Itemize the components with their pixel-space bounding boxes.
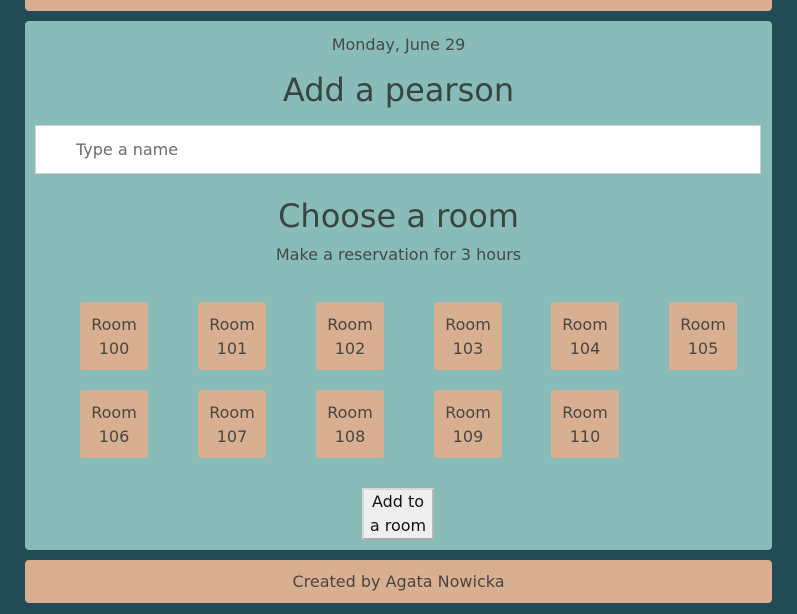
- add-button-label-line2: a room: [369, 516, 427, 535]
- choose-room-title: Choose a room: [278, 197, 519, 235]
- room-button-103[interactable]: Room 103: [434, 302, 502, 370]
- room-label: Room: [327, 315, 373, 334]
- room-label: Room: [562, 403, 608, 422]
- room-number: 110: [569, 427, 601, 446]
- room-button-100[interactable]: Room 100: [80, 302, 148, 370]
- current-date: Monday, June 29: [331, 35, 466, 54]
- room-number: 107: [216, 427, 248, 446]
- add-button-label-line1: Add to: [371, 492, 425, 511]
- footer-credit: Created by Agata Nowicka: [292, 572, 505, 591]
- room-button-105[interactable]: Room 105: [669, 302, 737, 370]
- room-button-109[interactable]: Room 109: [434, 390, 502, 458]
- room-number: 100: [98, 339, 130, 358]
- room-label: Room: [91, 403, 137, 422]
- room-number: 105: [687, 339, 719, 358]
- top-header-bar: [25, 0, 772, 11]
- footer: Created by Agata Nowicka: [25, 560, 772, 603]
- room-button-101[interactable]: Room 101: [198, 302, 266, 370]
- room-button-108[interactable]: Room 108: [316, 390, 384, 458]
- name-input[interactable]: [35, 125, 761, 174]
- room-label: Room: [327, 403, 373, 422]
- room-number: 101: [216, 339, 248, 358]
- room-label: Room: [445, 315, 491, 334]
- room-label: Room: [562, 315, 608, 334]
- room-number: 109: [452, 427, 484, 446]
- room-label: Room: [680, 315, 726, 334]
- room-number: 106: [98, 427, 130, 446]
- room-button-110[interactable]: Room 110: [551, 390, 619, 458]
- room-number: 104: [569, 339, 601, 358]
- room-button-104[interactable]: Room 104: [551, 302, 619, 370]
- room-number: 102: [334, 339, 366, 358]
- reservation-duration-text: Make a reservation for 3 hours: [275, 245, 522, 264]
- add-person-title: Add a pearson: [282, 71, 515, 109]
- reservation-card: Monday, June 29 Add a pearson Choose a r…: [25, 21, 772, 550]
- room-number: 108: [334, 427, 366, 446]
- room-number: 103: [452, 339, 484, 358]
- room-button-107[interactable]: Room 107: [198, 390, 266, 458]
- room-label: Room: [445, 403, 491, 422]
- room-label: Room: [91, 315, 137, 334]
- add-to-room-button[interactable]: Add to a room: [362, 488, 434, 540]
- room-button-102[interactable]: Room 102: [316, 302, 384, 370]
- room-label: Room: [209, 315, 255, 334]
- room-button-106[interactable]: Room 106: [80, 390, 148, 458]
- room-label: Room: [209, 403, 255, 422]
